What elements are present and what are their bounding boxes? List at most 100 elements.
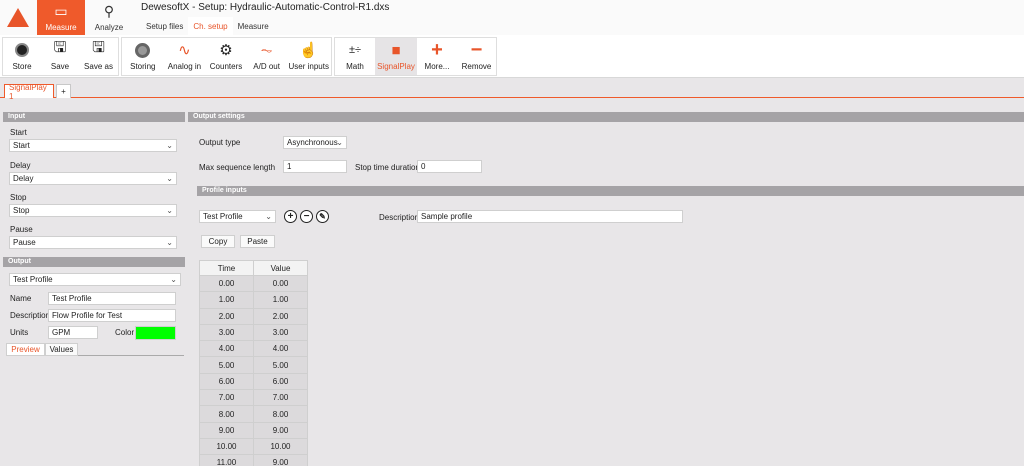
start-label: Start (10, 128, 27, 137)
max-sequence-length-field[interactable]: 1 (283, 160, 347, 173)
tab-measure[interactable]: ▭ Measure (37, 0, 85, 35)
subtab-setup-files[interactable]: Setup files (141, 17, 188, 35)
save-button[interactable]: 🖫 Save (41, 38, 79, 75)
value-cell[interactable]: 8.00 (253, 405, 308, 423)
file-group: Store 🖫 Save 🖫 Save as (2, 37, 119, 76)
chevron-down-icon: ⌄ (265, 212, 272, 221)
time-cell[interactable]: 1.00 (199, 291, 254, 309)
plus-icon: + (431, 38, 443, 61)
table-row: 0.00 0.00 (199, 274, 308, 293)
gear-counter-icon: ⚙ (219, 42, 233, 59)
time-cell[interactable]: 10.00 (199, 437, 254, 456)
store-button[interactable]: Store (3, 38, 41, 75)
time-cell[interactable]: 7.00 (199, 389, 254, 407)
tab-signalplay-1[interactable]: SignalPlay 1 (4, 83, 54, 101)
value-cell[interactable]: 10.00 (253, 437, 308, 456)
stop-time-duration-field[interactable]: 0 (417, 160, 482, 173)
time-cell[interactable]: 9.00 (199, 421, 254, 439)
paste-button[interactable]: Paste (240, 235, 275, 248)
time-cell[interactable]: 2.00 (199, 307, 254, 325)
copy-button[interactable]: Copy (201, 235, 235, 248)
tab-analyze[interactable]: ⚲ Analyze (85, 0, 133, 35)
value-cell[interactable]: 1.00 (253, 291, 308, 309)
remove-circle-icon[interactable]: − (300, 210, 313, 223)
magnifier-icon: ⚲ (103, 3, 115, 19)
stop-select[interactable]: Stop ⌄ (9, 204, 177, 217)
table-row: 2.00 2.00 (199, 307, 308, 325)
subtab-ch-setup[interactable]: Ch. setup (188, 17, 233, 35)
math-button[interactable]: ±÷ Math (335, 38, 375, 75)
description-label: Description (10, 311, 51, 320)
pause-select[interactable]: Pause ⌄ (9, 236, 177, 249)
time-cell[interactable]: 8.00 (199, 405, 254, 423)
top-bar: ▭ Measure ⚲ Analyze DewesoftX - Setup: H… (0, 0, 1024, 35)
time-cell[interactable]: 11.00 (199, 454, 254, 466)
value-cell[interactable]: 3.00 (253, 323, 308, 342)
stop-time-duration-label: Stop time duration (355, 163, 420, 172)
output-type-select[interactable]: Asynchronous ⌄ (283, 136, 347, 149)
name-label: Name (10, 294, 32, 303)
time-cell[interactable]: 0.00 (199, 274, 254, 293)
remove-button[interactable]: − Remove (457, 38, 496, 75)
profile-select[interactable]: Test Profile ⌄ (199, 210, 276, 223)
save-as-button[interactable]: 🖫 Save as (79, 38, 118, 75)
value-cell[interactable]: 6.00 (253, 372, 308, 391)
time-cell[interactable]: 3.00 (199, 323, 254, 342)
time-cell[interactable]: 6.00 (199, 372, 254, 391)
time-cell[interactable]: 5.00 (199, 356, 254, 374)
chevron-down-icon: ⌄ (170, 275, 177, 284)
table-row: 1.00 1.00 (199, 291, 308, 309)
user-inputs-button[interactable]: ☝ User inputs (286, 38, 331, 75)
tab-values[interactable]: Values (45, 343, 78, 356)
output-settings-header: Output settings (188, 112, 1024, 122)
delay-select[interactable]: Delay ⌄ (9, 172, 177, 185)
value-cell[interactable]: 4.00 (253, 340, 308, 358)
color-swatch[interactable] (135, 326, 176, 340)
signalplay-button[interactable]: ■ SignalPlay (375, 38, 417, 75)
storing-button[interactable]: Storing (122, 38, 164, 75)
floppy-edit-icon: 🖫 (92, 39, 105, 56)
time-cell[interactable]: 4.00 (199, 340, 254, 358)
value-cell[interactable]: 5.00 (253, 356, 308, 374)
add-circle-icon[interactable]: + (284, 210, 297, 223)
value-cell[interactable]: 2.00 (253, 307, 308, 325)
units-label: Units (10, 328, 29, 337)
chevron-down-icon: ⌄ (336, 138, 343, 147)
column-header-value[interactable]: Value (253, 260, 308, 276)
disk-icon (135, 38, 151, 62)
name-field[interactable]: Test Profile (48, 292, 176, 305)
profile-description-field[interactable]: Sample profile (417, 210, 683, 223)
waveform-out-icon: ⏦ (260, 41, 273, 59)
column-header-time[interactable]: Time (199, 260, 254, 276)
add-tab-button[interactable]: + (56, 84, 71, 98)
output-profile-select[interactable]: Test Profile ⌄ (9, 273, 181, 286)
table-row: 9.00 9.00 (199, 421, 308, 439)
edit-circle-icon[interactable]: ✎ (316, 210, 329, 223)
value-cell[interactable]: 7.00 (253, 389, 308, 407)
ad-out-button[interactable]: ⏦ A/D out (247, 38, 287, 75)
chevron-down-icon: ⌄ (166, 206, 173, 215)
more-button[interactable]: + More... (417, 38, 457, 75)
stop-label: Stop (10, 193, 27, 202)
pause-label: Pause (10, 225, 33, 234)
start-select[interactable]: Start ⌄ (9, 139, 177, 152)
record-icon (15, 38, 29, 62)
ribbon-toolbar: Store 🖫 Save 🖫 Save as Storing ∿ Analog … (0, 35, 1024, 78)
subtab-measure[interactable]: Measure (233, 17, 274, 35)
color-label: Color (115, 328, 135, 337)
table-row: 5.00 5.00 (199, 356, 308, 374)
value-cell[interactable]: 0.00 (253, 274, 308, 293)
counters-button[interactable]: ⚙ Counters (205, 38, 247, 75)
table-row: 4.00 4.00 (199, 340, 308, 358)
units-field[interactable]: GPM (48, 326, 98, 339)
analog-in-button[interactable]: ∿ Analog in (164, 38, 206, 75)
description-field[interactable]: Flow Profile for Test (48, 309, 176, 322)
value-cell[interactable]: 9.00 (253, 421, 308, 439)
math-icon: ±÷ (348, 44, 362, 56)
tab-preview[interactable]: Preview (6, 343, 45, 356)
chevron-down-icon: ⌄ (166, 141, 173, 150)
profile-description-label: Description (379, 213, 420, 222)
sine-wave-icon: ∿ (178, 42, 191, 59)
value-cell[interactable]: 9.00 (253, 454, 308, 466)
window-title: DewesoftX - Setup: Hydraulic-Automatic-C… (141, 2, 390, 13)
